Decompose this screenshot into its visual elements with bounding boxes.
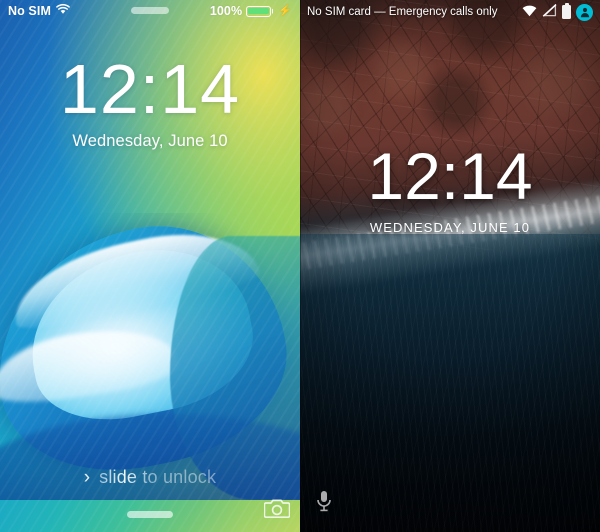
android-lockscreen-panel[interactable]: No SIM card — Emergency calls only 12:14… [300, 0, 600, 532]
panel-divider [300, 0, 301, 532]
ios-battery-percent: 100% [209, 4, 243, 18]
battery-cap [271, 8, 274, 14]
wave-illustration [0, 212, 300, 501]
speaker-grille [131, 7, 169, 14]
android-carrier-label: No SIM card — Emergency calls only [307, 6, 498, 18]
wifi-icon [522, 5, 537, 20]
ios-status-right-group: 100% ⚡ [210, 4, 292, 18]
ocean-surface [300, 234, 600, 532]
wifi-icon [56, 3, 70, 18]
battery-full-icon [246, 5, 274, 17]
user-account-icon[interactable] [576, 3, 593, 21]
android-clock-block: 12:14 WEDNESDAY, JUNE 10 [300, 143, 600, 235]
slide-to-unlock-label: slide to unlock [99, 467, 217, 487]
battery-fill [248, 7, 270, 15]
ios-clock-block: 12:14 Wednesday, June 10 [0, 50, 300, 151]
android-wallpaper [300, 0, 600, 532]
android-status-icons-group [522, 3, 593, 21]
home-indicator[interactable] [127, 511, 173, 518]
ios-lockscreen-panel[interactable]: No SIM 100% ⚡ 12:14 Wednesday, June 10 ›… [0, 0, 300, 532]
ios-status-left-group: No SIM [8, 3, 70, 18]
ios-time: 12:14 [59, 50, 241, 128]
camera-icon[interactable] [263, 497, 291, 524]
chevron-right-icon: › [83, 467, 91, 488]
microphone-icon[interactable] [314, 489, 334, 518]
lockscreen-comparison: No SIM 100% ⚡ 12:14 Wednesday, June 10 ›… [0, 0, 600, 532]
android-status-bar: No SIM card — Emergency calls only [300, 0, 600, 24]
slide-to-unlock[interactable]: › slide to unlock [0, 467, 300, 488]
ios-carrier-label: No SIM [8, 4, 51, 18]
lightning-bolt-icon: ⚡ [278, 4, 292, 17]
signal-no-service-icon [542, 3, 557, 20]
android-time: 12:14 [367, 139, 533, 213]
android-date: WEDNESDAY, JUNE 10 [369, 220, 531, 235]
ios-date: Wednesday, June 10 [72, 131, 228, 150]
battery-full-icon [562, 5, 571, 19]
